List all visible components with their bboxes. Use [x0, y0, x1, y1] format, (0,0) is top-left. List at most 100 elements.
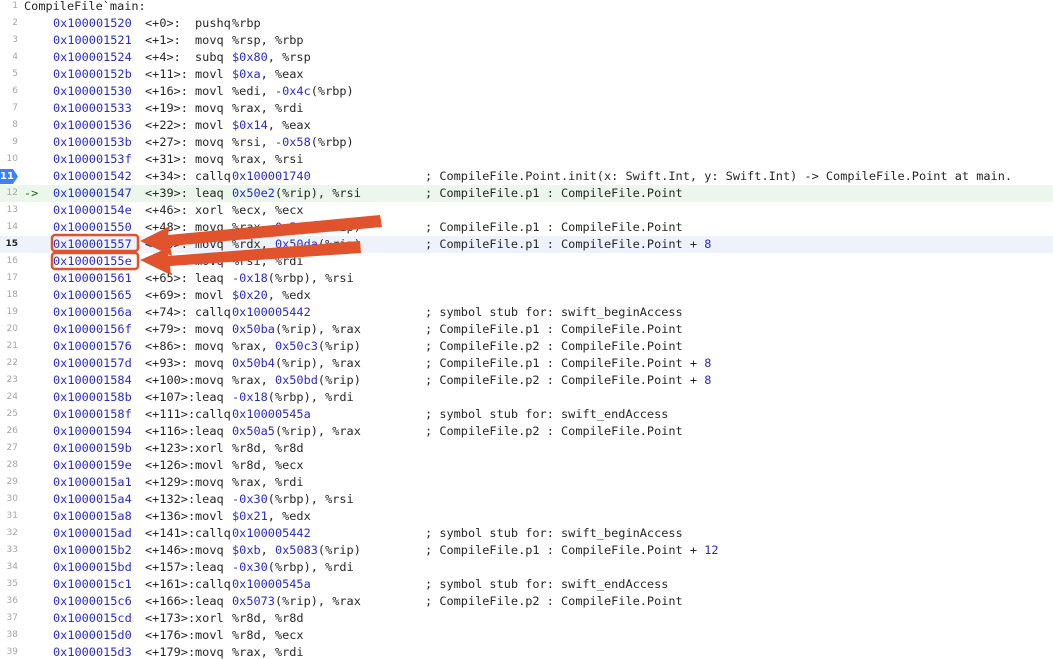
line-number[interactable]: 15 [0, 236, 18, 253]
line-number[interactable]: 27 [0, 440, 18, 457]
numeric-literal: 0x5073 [232, 594, 275, 608]
code-line[interactable]: 8 0x100001536 <+22>: movl $0x14, %eax [0, 117, 1053, 134]
code-line[interactable]: 14 0x100001550 <+48>: movq %rax, 0x50d9(%rip… [0, 219, 1053, 236]
line-number[interactable]: 33 [0, 542, 18, 559]
instruction-address: 0x10000156f [53, 322, 132, 336]
line-number[interactable]: 30 [0, 491, 18, 508]
code-line[interactable]: 39 0x1000015d3 <+179>:movq %rax, %rdi [0, 644, 1053, 659]
code-line[interactable]: 23 0x100001584 <+100>:movq %rax, 0x50bd(%ri… [0, 372, 1053, 389]
code-line[interactable]: 35 0x1000015c1 <+161>:callq0x10000545a ; sy… [0, 576, 1053, 593]
operand-text: , %rsp [267, 50, 311, 64]
line-number[interactable]: 2 [0, 15, 18, 32]
instruction: 0x100001557 <+55>: movq %rdx, 0x50da(%rip);… [24, 236, 711, 253]
instruction: 0x10000158f <+111>:callq0x10000545a ; symb… [24, 406, 668, 423]
line-number[interactable]: 4 [0, 49, 18, 66]
code-line[interactable]: 30 0x1000015a4 <+132>:leaq -0x30(%rbp), %rs… [0, 491, 1053, 508]
line-number[interactable]: 36 [0, 593, 18, 610]
operands: 0x10000545a [232, 406, 425, 423]
code-line[interactable]: 9 0x10000153b <+27>: movq %rsi, -0x58(%rbp) [0, 134, 1053, 151]
code-line[interactable]: 15 0x100001557 <+55>: movq %rdx, 0x50da(%rip… [0, 236, 1053, 253]
code-line[interactable]: 2 0x100001520 <+0>: pushq%rbp [0, 15, 1053, 32]
line-number[interactable]: 8 [0, 117, 18, 134]
code-line[interactable]: 11 0x100001542 <+34>: callq0x100001740 ; Com… [0, 168, 1053, 185]
instruction: 0x10000158b <+107>:leaq -0x18(%rbp), %rdi [24, 389, 425, 406]
mnemonic: subq [195, 50, 224, 64]
code-line[interactable]: 4 0x100001524 <+4>: subq $0x80, %rsp [0, 49, 1053, 66]
line-number[interactable]: 32 [0, 525, 18, 542]
code-line[interactable]: 13 0x10000154e <+46>: xorl %ecx, %ecx [0, 202, 1053, 219]
line-number[interactable]: 20 [0, 321, 18, 338]
line-number[interactable]: 39 [0, 644, 18, 659]
line-number[interactable]: 24 [0, 389, 18, 406]
code-line[interactable]: 34 0x1000015bd <+157>:leaq -0x30(%rbp), %rd… [0, 559, 1053, 576]
mnemonic: pushq [195, 16, 231, 30]
line-number[interactable]: 34 [0, 559, 18, 576]
code-line[interactable]: 16 0x10000155e <+62>: movq %rsi, %rdi [0, 253, 1053, 270]
line-number[interactable]: 22 [0, 355, 18, 372]
mnemonic: xorl [195, 203, 224, 217]
line-number[interactable]: 37 [0, 610, 18, 627]
line-number[interactable]: 12 [0, 185, 18, 202]
line-number[interactable]: 29 [0, 474, 18, 491]
code-line[interactable]: 32 0x1000015ad <+141>:callq0x100005442 ; sy… [0, 525, 1053, 542]
code-line[interactable]: 31 0x1000015a8 <+136>:movl $0x21, %edx [0, 508, 1053, 525]
operands: %rax, 0x50bd(%rip) [232, 372, 425, 389]
line-number[interactable]: 23 [0, 372, 18, 389]
code-line[interactable]: 28 0x10000159e <+126>:movl %r8d, %ecx [0, 457, 1053, 474]
line-number[interactable]: 28 [0, 457, 18, 474]
line-number[interactable]: 10 [0, 151, 18, 168]
code-line[interactable]: 22 0x10000157d <+93>: movq 0x50b4(%rip), %ra… [0, 355, 1053, 372]
code-line[interactable]: 20 0x10000156f <+79>: movq 0x50ba(%rip), %ra… [0, 321, 1053, 338]
mnemonic: movq [195, 101, 224, 115]
instruction-comment: ; CompileFile.p2 : CompileFile.Point [425, 424, 683, 438]
code-line[interactable]: 5 0x10000152b <+11>: movl $0xa, %eax [0, 66, 1053, 83]
code-line[interactable]: 17 0x100001561 <+65>: leaq -0x18(%rbp), %rsi [0, 270, 1053, 287]
code-line[interactable]: 10 0x10000153f <+31>: movq %rax, %rsi [0, 151, 1053, 168]
instruction-offset: <+173>: [145, 611, 196, 625]
line-number[interactable]: 7 [0, 100, 18, 117]
line-number[interactable]: 19 [0, 304, 18, 321]
line-number[interactable]: 31 [0, 508, 18, 525]
code-line[interactable]: 36 0x1000015c6 <+166>:leaq 0x5073(%rip), %r… [0, 593, 1053, 610]
code-line[interactable]: 12 -> 0x100001547 <+39>: leaq 0x50e2(%rip), %… [0, 185, 1053, 202]
instruction: 0x1000015b2 <+146>:movq $0xb, 0x5083(%rip)… [24, 542, 719, 559]
line-number[interactable]: 1 [0, 0, 18, 15]
code-line[interactable]: 38 0x1000015d0 <+176>:movl %r8d, %ecx [0, 627, 1053, 644]
line-number[interactable]: 13 [0, 202, 18, 219]
code-line[interactable]: 3 0x100001521 <+1>: movq %rsp, %rbp [0, 32, 1053, 49]
code-line[interactable]: 27 0x10000159b <+123>:xorl %r8d, %r8d [0, 440, 1053, 457]
code-line[interactable]: 19 0x10000156a <+74>: callq0x100005442 ; sym… [0, 304, 1053, 321]
code-line[interactable]: 7 0x100001533 <+19>: movq %rax, %rdi [0, 100, 1053, 117]
line-number[interactable]: 25 [0, 406, 18, 423]
instruction-address: 0x100001550 [53, 220, 132, 234]
line-number[interactable]: 35 [0, 576, 18, 593]
code-line[interactable]: 26 0x100001594 <+116>:leaq 0x50a5(%rip), %r… [0, 423, 1053, 440]
operand-text: (%rip) [317, 220, 361, 234]
code-line[interactable]: 37 0x1000015cd <+173>:xorl %r8d, %r8d [0, 610, 1053, 627]
mnemonic: callq [195, 526, 231, 540]
line-number[interactable]: 5 [0, 66, 18, 83]
code-line[interactable]: 29 0x1000015a1 <+129>:movq %rax, %rdi [0, 474, 1053, 491]
line-number[interactable]: 6 [0, 83, 18, 100]
code-line[interactable]: 33 0x1000015b2 <+146>:movq $0xb, 0x5083(%ri… [0, 542, 1053, 559]
operands: 0x10000545a [232, 576, 425, 593]
line-number[interactable]: 38 [0, 627, 18, 644]
code-line[interactable]: 18 0x100001565 <+69>: movl $0x20, %edx [0, 287, 1053, 304]
line-number[interactable]: 18 [0, 287, 18, 304]
code-line[interactable]: 6 0x100001530 <+16>: movl %edi, -0x4c(%rbp) [0, 83, 1053, 100]
line-number[interactable]: 16 [0, 253, 18, 270]
code-line[interactable]: 21 0x100001576 <+86>: movq %rax, 0x50c3(%rip… [0, 338, 1053, 355]
line-number[interactable]: 14 [0, 219, 18, 236]
code-line[interactable]: 24 0x10000158b <+107>:leaq -0x18(%rbp), %rd… [0, 389, 1053, 406]
line-number[interactable]: 26 [0, 423, 18, 440]
operand-text: %r8d, %r8d [232, 441, 304, 455]
code-line[interactable]: 25 0x10000158f <+111>:callq0x10000545a ; sy… [0, 406, 1053, 423]
mnemonic: movl [195, 509, 224, 523]
code-line[interactable]: 1 CompileFile`main: [0, 0, 1053, 15]
line-number[interactable]: 17 [0, 270, 18, 287]
line-number[interactable]: 21 [0, 338, 18, 355]
line-number[interactable]: 9 [0, 134, 18, 151]
line-number: 11 [0, 171, 14, 182]
line-number[interactable]: 3 [0, 32, 18, 49]
disassembly-editor[interactable]: 1 CompileFile`main: 2 0x100001520 <+0>: pushq… [0, 0, 1053, 659]
